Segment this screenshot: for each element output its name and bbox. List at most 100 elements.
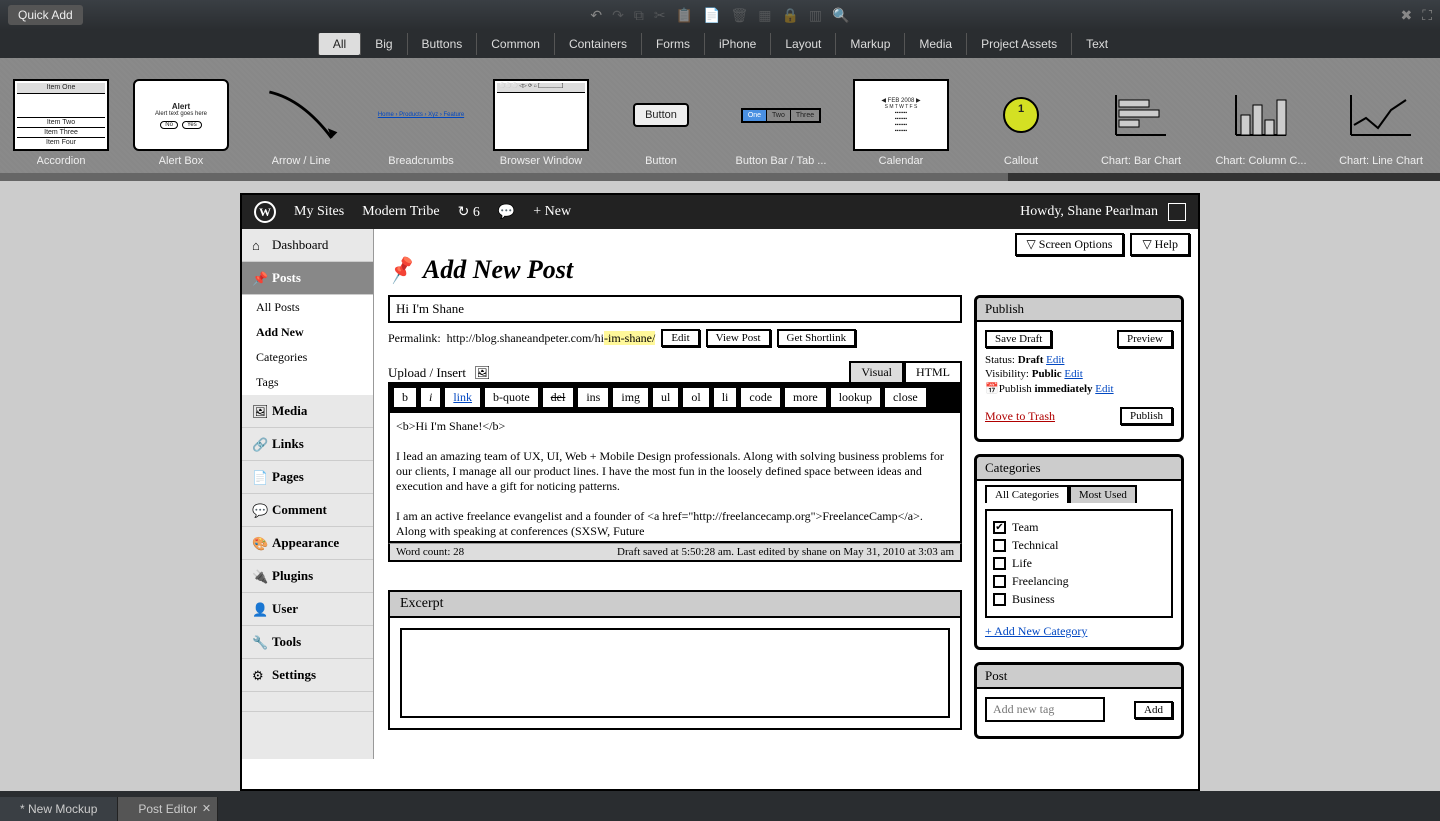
- excerpt-textarea[interactable]: [400, 628, 950, 718]
- cattab-assets[interactable]: Project Assets: [966, 33, 1071, 55]
- gallery-item[interactable]: AlertAlert text goes hereNoYesAlert Box: [122, 62, 240, 169]
- cattab-iphone[interactable]: iPhone: [704, 33, 770, 55]
- media-upload-icon[interactable]: 🖼: [474, 365, 491, 381]
- delete-icon[interactable]: 🗑: [730, 7, 748, 24]
- gallery-item[interactable]: ⚪⚪⚪ ◁▷ ⟳ ⌂ [________]Browser Window: [482, 62, 600, 169]
- cattab-text[interactable]: Text: [1071, 33, 1122, 55]
- avatar-icon[interactable]: [1168, 203, 1186, 221]
- all-categories-tab[interactable]: All Categories: [985, 485, 1069, 503]
- wp-logo-icon[interactable]: W: [254, 201, 276, 223]
- gallery-item[interactable]: Chart: Bar Chart: [1082, 62, 1200, 169]
- sidebar-appearance[interactable]: 🎨Appearance: [242, 527, 373, 560]
- edit-status-link[interactable]: Edit: [1046, 354, 1064, 366]
- cattab-all[interactable]: All: [318, 33, 360, 55]
- gallery-item[interactable]: Item OneItem TwoItem ThreeItem FourAccor…: [2, 62, 120, 169]
- bquote-button[interactable]: b-quote: [484, 387, 539, 408]
- cattab-containers[interactable]: Containers: [554, 33, 641, 55]
- close-tags-button[interactable]: close: [884, 387, 927, 408]
- cattab-layout[interactable]: Layout: [770, 33, 835, 55]
- sidebar-addnew[interactable]: Add New: [242, 320, 373, 345]
- post-content-area[interactable]: <b>Hi I'm Shane!</b> I lead an amazing t…: [388, 413, 962, 543]
- lookup-button[interactable]: lookup: [830, 387, 881, 408]
- group-icon[interactable]: ▦: [758, 7, 771, 24]
- ungroup-icon[interactable]: ▥: [809, 7, 822, 24]
- link-button[interactable]: link: [444, 387, 481, 408]
- screen-options-button[interactable]: ▽ Screen Options: [1015, 233, 1125, 256]
- gallery-item[interactable]: ◀ FEB 2008 ▶S M T W T F S▪▪▪▪▪▪▪▪▪▪▪▪▪▪▪…: [842, 62, 960, 169]
- canvas[interactable]: W My Sites Modern Tribe ↻ 6 💬 + New Howd…: [0, 181, 1440, 791]
- clipboard-icon[interactable]: 📄: [703, 7, 720, 24]
- comment-icon[interactable]: 💬: [498, 204, 515, 221]
- cattab-markup[interactable]: Markup: [835, 33, 904, 55]
- category-item[interactable]: Freelancing: [993, 574, 1165, 589]
- li-button[interactable]: li: [713, 387, 738, 408]
- category-item[interactable]: Life: [993, 556, 1165, 571]
- cross-icon[interactable]: ✖: [1400, 7, 1412, 24]
- gallery-item[interactable]: ButtonButton: [602, 62, 720, 169]
- doctab-new-mockup[interactable]: * New Mockup: [0, 797, 118, 821]
- sidebar-tools[interactable]: 🔧Tools: [242, 626, 373, 659]
- most-used-tab[interactable]: Most Used: [1069, 485, 1137, 503]
- copy-icon[interactable]: ⧉: [634, 7, 644, 24]
- cut-icon[interactable]: ✂: [654, 7, 666, 24]
- category-item[interactable]: Technical: [993, 538, 1165, 553]
- edit-visibility-link[interactable]: Edit: [1064, 368, 1082, 380]
- sidebar-allposts[interactable]: All Posts: [242, 295, 373, 320]
- checkbox-icon[interactable]: [993, 575, 1006, 588]
- help-button[interactable]: ▽ Help: [1130, 233, 1190, 256]
- sidebar-plugins[interactable]: 🔌Plugins: [242, 560, 373, 593]
- sidebar-settings[interactable]: ⚙Settings: [242, 659, 373, 692]
- ol-button[interactable]: ol: [682, 387, 709, 408]
- gallery-item[interactable]: Chart: Line Chart: [1322, 62, 1440, 169]
- category-item[interactable]: Business: [993, 592, 1165, 607]
- cattab-media[interactable]: Media: [904, 33, 966, 55]
- get-shortlink-button[interactable]: Get Shortlink: [777, 329, 857, 347]
- cattab-common[interactable]: Common: [476, 33, 554, 55]
- cattab-forms[interactable]: Forms: [641, 33, 704, 55]
- more-button[interactable]: more: [784, 387, 827, 408]
- lock-icon[interactable]: 🔒: [781, 7, 798, 24]
- gallery-item[interactable]: OneTwoThreeButton Bar / Tab ...: [722, 62, 840, 169]
- edit-publish-link[interactable]: Edit: [1095, 383, 1113, 395]
- gallery-item[interactable]: Chart: Column C...: [1202, 62, 1320, 169]
- del-button[interactable]: del: [542, 387, 575, 408]
- checkbox-icon[interactable]: [993, 593, 1006, 606]
- search-icon[interactable]: 🔍: [832, 7, 849, 24]
- checkbox-checked-icon[interactable]: ✔: [993, 521, 1006, 534]
- gallery-item[interactable]: Arrow / Line: [242, 62, 360, 169]
- edit-permalink-button[interactable]: Edit: [661, 329, 699, 347]
- visual-tab[interactable]: Visual: [849, 361, 904, 382]
- category-item[interactable]: ✔Team: [993, 520, 1165, 535]
- doctab-post-editor[interactable]: Post Editor✕: [118, 797, 218, 821]
- redo-icon[interactable]: ↷: [612, 7, 624, 24]
- checkbox-icon[interactable]: [993, 557, 1006, 570]
- ins-button[interactable]: ins: [577, 387, 609, 408]
- gallery-item[interactable]: Home › Products › Xyz › FeatureBreadcrum…: [362, 62, 480, 169]
- refresh-count[interactable]: ↻ 6: [458, 204, 480, 221]
- ul-button[interactable]: ul: [652, 387, 679, 408]
- preview-button[interactable]: Preview: [1117, 330, 1173, 348]
- sidebar-dashboard[interactable]: ⌂Dashboard: [242, 229, 373, 262]
- publish-button[interactable]: Publish: [1120, 407, 1173, 425]
- move-to-trash-link[interactable]: Move to Trash: [985, 409, 1055, 424]
- checkbox-icon[interactable]: [993, 539, 1006, 552]
- paste-icon[interactable]: 📋: [676, 7, 693, 24]
- new-link[interactable]: + New: [533, 204, 571, 220]
- bold-button[interactable]: b: [393, 387, 417, 408]
- sidebar-posts[interactable]: 📌Posts: [242, 262, 373, 295]
- sidebar-pages[interactable]: 📄Pages: [242, 461, 373, 494]
- sidebar-comment[interactable]: 💬Comment: [242, 494, 373, 527]
- undo-icon[interactable]: ↶: [590, 7, 602, 24]
- tag-input[interactable]: [985, 697, 1105, 722]
- sidebar-tags[interactable]: Tags: [242, 370, 373, 395]
- code-button[interactable]: code: [740, 387, 781, 408]
- quickadd-button[interactable]: Quick Add: [8, 5, 83, 25]
- cattab-buttons[interactable]: Buttons: [407, 33, 477, 55]
- close-icon[interactable]: ✕: [202, 802, 211, 815]
- save-draft-button[interactable]: Save Draft: [985, 330, 1052, 348]
- add-tag-button[interactable]: Add: [1134, 701, 1173, 719]
- html-tab[interactable]: HTML: [904, 361, 962, 382]
- component-gallery[interactable]: Item OneItem TwoItem ThreeItem FourAccor…: [0, 58, 1440, 173]
- post-title-input[interactable]: [388, 295, 962, 323]
- italic-button[interactable]: i: [420, 387, 441, 408]
